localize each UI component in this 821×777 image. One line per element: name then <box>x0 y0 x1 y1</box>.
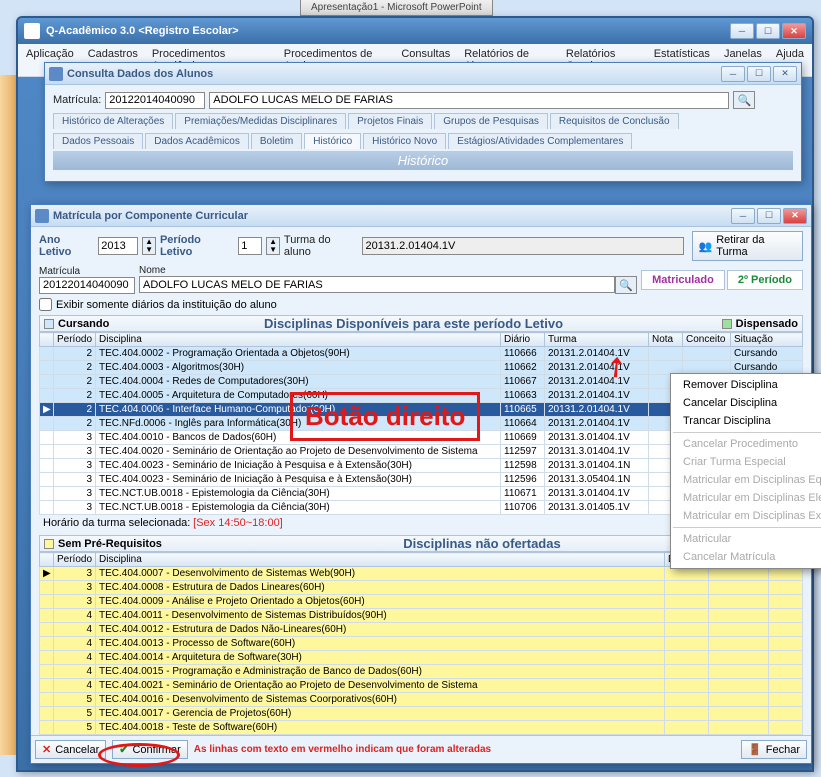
table-row[interactable]: 4TEC.404.0011 - Desenvolvimento de Siste… <box>40 609 803 623</box>
sec-disponiveis: Cursando Disciplinas Disponíveis para es… <box>39 315 803 332</box>
mat-close[interactable]: ✕ <box>783 208 807 224</box>
main-titlebar: Q-Acadêmico 3.0 <Registro Escolar> ─ ☐ ✕ <box>18 18 812 44</box>
exibir-somente-checkbox[interactable] <box>39 298 52 311</box>
ctx-cancelar-disciplina[interactable]: Cancelar Disciplina <box>673 394 815 412</box>
matricula-label: Matrícula: <box>53 94 101 106</box>
retirar-icon: 👥 <box>699 240 713 253</box>
mat-search-icon[interactable]: 🔍 <box>615 276 637 294</box>
horario-value: [Sex 14:50~18:00] <box>193 517 283 529</box>
table-row[interactable]: 4TEC.404.0012 - Estrutura de Dados Não-L… <box>40 623 803 637</box>
main-title: Q-Acadêmico 3.0 <Registro Escolar> <box>46 25 730 37</box>
ctx-matricular-em-disciplinas-equival: Matricular em Disciplinas Equival <box>673 471 821 489</box>
ano-label: Ano Letivo <box>39 234 94 258</box>
app-icon <box>24 23 40 39</box>
legend-semreq <box>44 539 54 549</box>
nome-field[interactable] <box>209 92 729 109</box>
consulta-title: Consulta Dados dos Alunos <box>67 68 721 80</box>
periodo-label: Período Letivo <box>160 234 234 258</box>
ctx-remover-disciplina[interactable]: Remover Disciplina <box>673 376 821 394</box>
table-row[interactable]: 5TEC.404.0017 - Gerencia de Projetos(60H… <box>40 707 803 721</box>
table-row[interactable]: 5TEC.404.0016 - Desenvolvimento de Siste… <box>40 693 803 707</box>
table-row[interactable]: 4TEC.404.0014 - Arquitetura de Software(… <box>40 651 803 665</box>
exibir-somente-label: Exibir somente diários da instituição do… <box>56 299 277 311</box>
tab-est-gios-atividades-complementares[interactable]: Estágios/Atividades Complementares <box>448 133 632 149</box>
table-row[interactable]: 4TEC.404.0021 - Seminário de Orientação … <box>40 679 803 693</box>
table-row[interactable]: 5TEC.404.0018 - Teste de Software(60H) <box>40 721 803 735</box>
tabs-row2: Dados PessoaisDados AcadêmicosBoletimHis… <box>53 133 793 149</box>
tab-hist-rico[interactable]: Histórico <box>304 133 361 149</box>
tab-hist-rico-novo[interactable]: Histórico Novo <box>363 133 446 149</box>
door-icon: 🚪 <box>748 743 762 756</box>
powerpoint-sidebar <box>0 75 16 755</box>
mat-icon <box>35 209 49 223</box>
consulta-max[interactable]: ☐ <box>747 66 771 82</box>
consulta-icon <box>49 67 63 81</box>
cancelar-button[interactable]: ✕Cancelar <box>35 740 106 759</box>
ctx-cancelar-matr-cula: Cancelar Matrícula <box>673 548 821 566</box>
annotation-circle <box>98 743 180 767</box>
tab-dados-acad-micos[interactable]: Dados Acadêmicos <box>145 133 249 149</box>
grid-nao-ofertadas[interactable]: PeríodoDisciplinaDiárioTurmaNota▶3TEC.40… <box>39 552 803 748</box>
mat-max[interactable]: ☐ <box>757 208 781 224</box>
fechar-button[interactable]: 🚪Fechar <box>741 740 807 759</box>
minimize-button[interactable]: ─ <box>730 23 754 39</box>
table-row[interactable]: 2TEC.404.0002 - Programação Orientada a … <box>40 347 803 361</box>
consulta-min[interactable]: ─ <box>721 66 745 82</box>
periodo-stepper[interactable]: ▲▼ <box>266 237 280 255</box>
turma-label: Turma do aluno <box>284 234 359 258</box>
consulta-close[interactable]: ✕ <box>773 66 797 82</box>
legend-cursando <box>44 319 54 329</box>
tab-boletim[interactable]: Boletim <box>251 133 302 149</box>
ctx-matricular-em-disciplinas-eletivas: Matricular em Disciplinas Eletivas <box>673 489 821 507</box>
ctx-trancar-disciplina[interactable]: Trancar Disciplina <box>673 412 821 430</box>
ano-field[interactable] <box>98 237 138 255</box>
table-row[interactable]: 3TEC.404.0008 - Estrutura de Dados Linea… <box>40 581 803 595</box>
consulta-window: Consulta Dados dos Alunos ─ ☐ ✕ Matrícul… <box>44 62 802 182</box>
powerpoint-title: Apresentação1 - Microsoft PowerPoint <box>300 0 493 16</box>
warn-text: As linhas com texto em vermelho indicam … <box>194 744 491 755</box>
legend-dispensado <box>722 319 732 329</box>
table-row[interactable]: 4TEC.404.0013 - Processo de Software(60H… <box>40 637 803 651</box>
mat-nome[interactable] <box>139 276 615 293</box>
close-button[interactable]: ✕ <box>782 23 806 39</box>
retirar-turma-button[interactable]: 👥Retirar da Turma <box>692 231 803 261</box>
mat-title: Matrícula por Componente Curricular <box>53 210 731 222</box>
nome-lbl: Nome <box>139 265 637 276</box>
context-menu[interactable]: Remover DisciplinaDispensar DisciplinaCa… <box>670 373 821 569</box>
table-row[interactable]: 4TEC.404.0015 - Programação e Administra… <box>40 665 803 679</box>
tab-projetos-finais[interactable]: Projetos Finais <box>348 113 432 129</box>
ano-stepper[interactable]: ▲▼ <box>142 237 156 255</box>
annotation-callout: Botão direito <box>290 392 480 441</box>
matricula-field[interactable] <box>105 92 205 109</box>
status-matriculado: Matriculado <box>641 270 725 290</box>
ctx-matricular-em-disciplinas-extra-c: Matricular em Disciplinas Extra-C <box>673 507 821 525</box>
horario-label: Horário da turma selecionada: <box>43 517 190 529</box>
ctx-aproveitamento-de-disciplina[interactable]: Aproveitamento de Disciplina <box>815 394 821 412</box>
tabs-row1: Histórico de AlteraçõesPremiações/Medida… <box>53 113 793 129</box>
mat-matricula[interactable] <box>39 277 135 294</box>
mat-min[interactable]: ─ <box>731 208 755 224</box>
tab-premia-es-medidas-disciplinares[interactable]: Premiações/Medidas Disciplinares <box>175 113 346 129</box>
tab-hist-rico-de-altera-es[interactable]: Histórico de Alterações <box>53 113 173 129</box>
ctx-cancelar-procedimento: Cancelar Procedimento <box>673 435 821 453</box>
tab-requisitos-de-conclus-o[interactable]: Requisitos de Conclusão <box>550 113 679 129</box>
cancel-icon: ✕ <box>42 743 51 756</box>
ctx-criar-turma-especial: Criar Turma Especial <box>673 453 821 471</box>
ctx-matricular: Matricular <box>673 530 821 548</box>
tab-grupos-de-pesquisas[interactable]: Grupos de Pesquisas <box>434 113 548 129</box>
status-periodo: 2º Período <box>727 270 803 290</box>
table-row[interactable]: 3TEC.404.0009 - Análise e Projeto Orient… <box>40 595 803 609</box>
historico-header: Histórico <box>53 151 793 170</box>
periodo-field[interactable] <box>238 237 262 255</box>
turma-field[interactable] <box>362 237 683 255</box>
search-icon[interactable]: 🔍 <box>733 91 755 109</box>
maximize-button[interactable]: ☐ <box>756 23 780 39</box>
mat-lbl: Matrícula <box>39 266 135 277</box>
tab-dados-pessoais[interactable]: Dados Pessoais <box>53 133 143 149</box>
